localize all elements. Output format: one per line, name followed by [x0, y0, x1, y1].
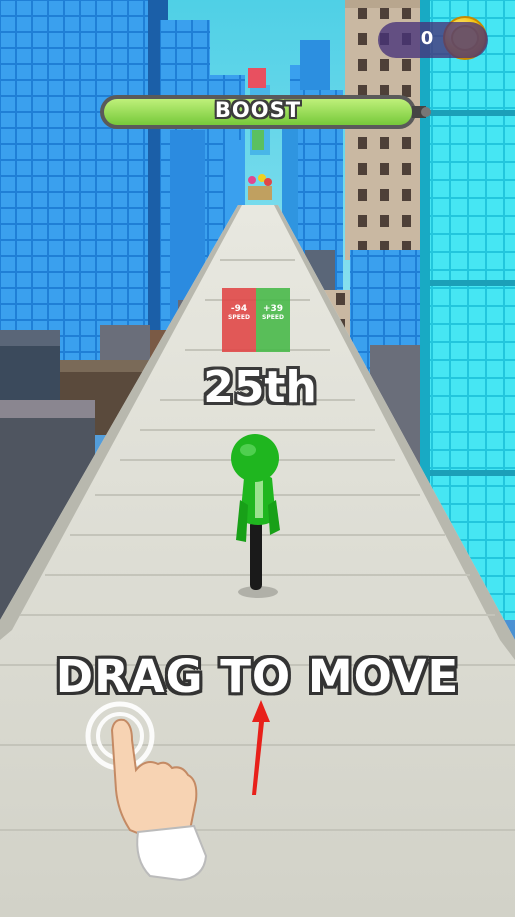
tutorial-instruction: DRAG TO MOVE — [55, 650, 460, 703]
boost-label: BOOST — [214, 98, 302, 122]
gate-value: -94 — [230, 304, 248, 314]
gate-stat: SPEED — [228, 314, 250, 321]
game-scene[interactable] — [0, 0, 515, 917]
gate-stat: SPEED — [262, 314, 284, 321]
gate-plus-speed: +39 SPEED — [256, 304, 290, 321]
coin-count-value: 0 — [420, 28, 434, 49]
gate-minus-speed: -94 SPEED — [222, 304, 256, 321]
gate-value: +39 — [262, 304, 284, 314]
race-position: 25th — [203, 362, 317, 413]
